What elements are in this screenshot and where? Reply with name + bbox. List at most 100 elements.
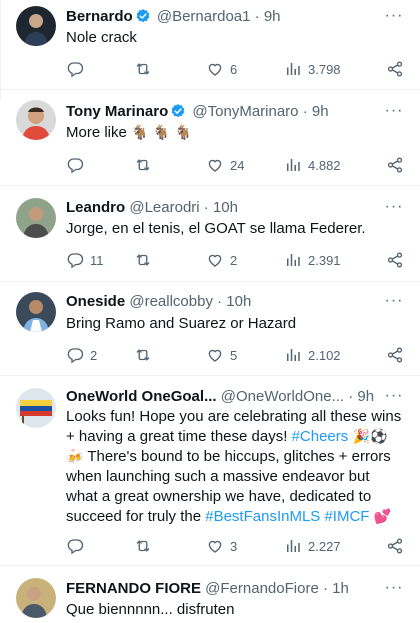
tweet-actions: 24 4.882 — [66, 155, 406, 175]
retweet-button[interactable] — [134, 250, 152, 270]
timestamp[interactable]: · 10h — [204, 199, 238, 216]
avatar[interactable] — [16, 100, 56, 140]
display-name[interactable]: Tony Marinaro — [66, 103, 168, 120]
more-icon[interactable]: ··· — [384, 8, 404, 29]
tweet-card[interactable]: FERNANDO FIORE @FernandoFiore · 1h ··· Q… — [0, 566, 420, 623]
tweet-actions: 11 2 2.391 — [66, 250, 406, 270]
avatar[interactable] — [16, 388, 56, 428]
avatar[interactable] — [16, 292, 56, 332]
reply-button[interactable]: 2 — [66, 345, 97, 365]
view-count: 2.227 — [308, 538, 341, 554]
tweet-header: FERNANDO FIORE @FernandoFiore · 1h — [66, 579, 376, 599]
timestamp[interactable]: · 10h — [217, 293, 251, 310]
like-count: 5 — [230, 347, 238, 363]
share-icon — [386, 537, 404, 555]
tweet-actions: 2 5 2.102 — [66, 345, 406, 365]
timestamp[interactable]: · 9h — [255, 8, 281, 25]
retweet-icon — [134, 251, 152, 269]
like-button[interactable]: 5 — [206, 345, 237, 365]
display-name[interactable]: FERNANDO FIORE — [66, 580, 201, 597]
share-button[interactable] — [386, 536, 404, 556]
views-button[interactable]: 2.102 — [284, 345, 341, 365]
display-name[interactable]: Leandro — [66, 199, 125, 216]
share-button[interactable] — [386, 155, 404, 175]
hashtag-link[interactable]: #BestFansInMLS — [205, 508, 320, 525]
tweet-card[interactable]: Leandro @Learodri · 10h ··· Jorge, en el… — [0, 186, 420, 282]
more-icon[interactable]: ··· — [384, 388, 404, 409]
handle[interactable]: @FernandoFiore — [205, 580, 319, 597]
share-button[interactable] — [386, 59, 404, 79]
timestamp[interactable]: · 1h — [323, 580, 349, 597]
tweet-header: Tony Marinaro @TonyMarinaro · 9h — [66, 102, 376, 122]
more-icon[interactable]: ··· — [384, 199, 404, 220]
timestamp[interactable]: · 9h — [303, 103, 329, 120]
retweet-button[interactable] — [134, 59, 152, 79]
reply-button[interactable] — [66, 59, 84, 79]
retweet-icon — [134, 346, 152, 364]
views-button[interactable]: 4.882 — [284, 155, 341, 175]
reply-button[interactable] — [66, 536, 84, 556]
tweet-text: Looks fun! Hope you are celebrating all … — [66, 407, 404, 527]
hashtag-link[interactable]: #IMCF — [324, 508, 369, 525]
hashtag-link[interactable]: #Cheers — [292, 428, 349, 445]
heart-icon — [206, 251, 224, 269]
like-button[interactable]: 24 — [206, 155, 244, 175]
reply-count: 11 — [90, 252, 104, 268]
tweet-header: Leandro @Learodri · 10h — [66, 198, 376, 218]
like-button[interactable]: 3 — [206, 536, 237, 556]
reply-button[interactable] — [66, 155, 84, 175]
tweet-text: More like 🐐 🐐 🐐 — [66, 123, 404, 143]
tweet-text: Bring Ramo and Suarez or Hazard — [66, 315, 297, 332]
views-icon — [284, 537, 302, 555]
verified-badge-icon — [135, 8, 151, 24]
reply-icon — [66, 251, 84, 269]
retweet-icon — [134, 156, 152, 174]
handle[interactable]: @TonyMarinaro — [192, 103, 298, 120]
verified-badge-icon — [170, 103, 186, 119]
hearts-emoji: 💕 — [369, 509, 392, 525]
like-count: 24 — [230, 157, 245, 173]
more-icon[interactable]: ··· — [384, 293, 404, 314]
reply-icon — [66, 156, 84, 174]
handle[interactable]: @Learodri — [129, 199, 199, 216]
views-button[interactable]: 3.798 — [284, 59, 341, 79]
like-count: 6 — [230, 61, 238, 77]
display-name[interactable]: Oneside — [66, 293, 125, 310]
tweet-header: OneWorld OneGoal... @OneWorldOne... · 9h — [66, 387, 376, 407]
view-count: 4.882 — [308, 157, 341, 173]
view-count: 2.391 — [308, 252, 341, 268]
display-name[interactable]: Bernardo — [66, 8, 133, 25]
reply-icon — [66, 537, 84, 555]
tweet-actions: 3 2.227 — [66, 536, 406, 556]
like-button[interactable]: 2 — [206, 250, 237, 270]
tweet-text-body: More like — [66, 124, 127, 141]
heart-icon — [206, 156, 224, 174]
tweet-actions: 6 3.798 — [66, 59, 406, 79]
more-icon[interactable]: ··· — [384, 580, 404, 601]
handle[interactable]: @Bernardoa1 — [157, 8, 251, 25]
tweet-card[interactable]: Oneside @reallcobby · 10h ··· Bring Ramo… — [0, 282, 420, 376]
tweet-text: Jorge, en el tenis, el GOAT se llama Fed… — [66, 220, 366, 237]
share-button[interactable] — [386, 250, 404, 270]
tweet-text: Que biennnnn... disfruten — [66, 601, 235, 618]
like-button[interactable]: 6 — [206, 59, 237, 79]
more-icon[interactable]: ··· — [384, 103, 404, 124]
avatar[interactable] — [16, 578, 56, 618]
handle[interactable]: @reallcobby — [129, 293, 213, 310]
retweet-button[interactable] — [134, 345, 152, 365]
tweet-card[interactable]: Bernardo @Bernardoa1 · 9h ··· Nole crack… — [0, 0, 420, 90]
display-name[interactable]: OneWorld OneGoal... — [66, 388, 217, 405]
handle[interactable]: @OneWorldOne... — [221, 388, 344, 405]
timestamp[interactable]: · 9h — [348, 388, 374, 405]
avatar[interactable] — [16, 198, 56, 238]
tweet-card[interactable]: OneWorld OneGoal... @OneWorldOne... · 9h… — [0, 376, 420, 566]
reply-button[interactable]: 11 — [66, 250, 104, 270]
heart-icon — [206, 60, 224, 78]
share-button[interactable] — [386, 345, 404, 365]
views-button[interactable]: 2.391 — [284, 250, 341, 270]
retweet-button[interactable] — [134, 536, 152, 556]
views-button[interactable]: 2.227 — [284, 536, 341, 556]
tweet-card[interactable]: Tony Marinaro @TonyMarinaro · 9h ··· Mor… — [0, 90, 420, 186]
retweet-button[interactable] — [134, 155, 152, 175]
avatar[interactable] — [16, 6, 56, 46]
